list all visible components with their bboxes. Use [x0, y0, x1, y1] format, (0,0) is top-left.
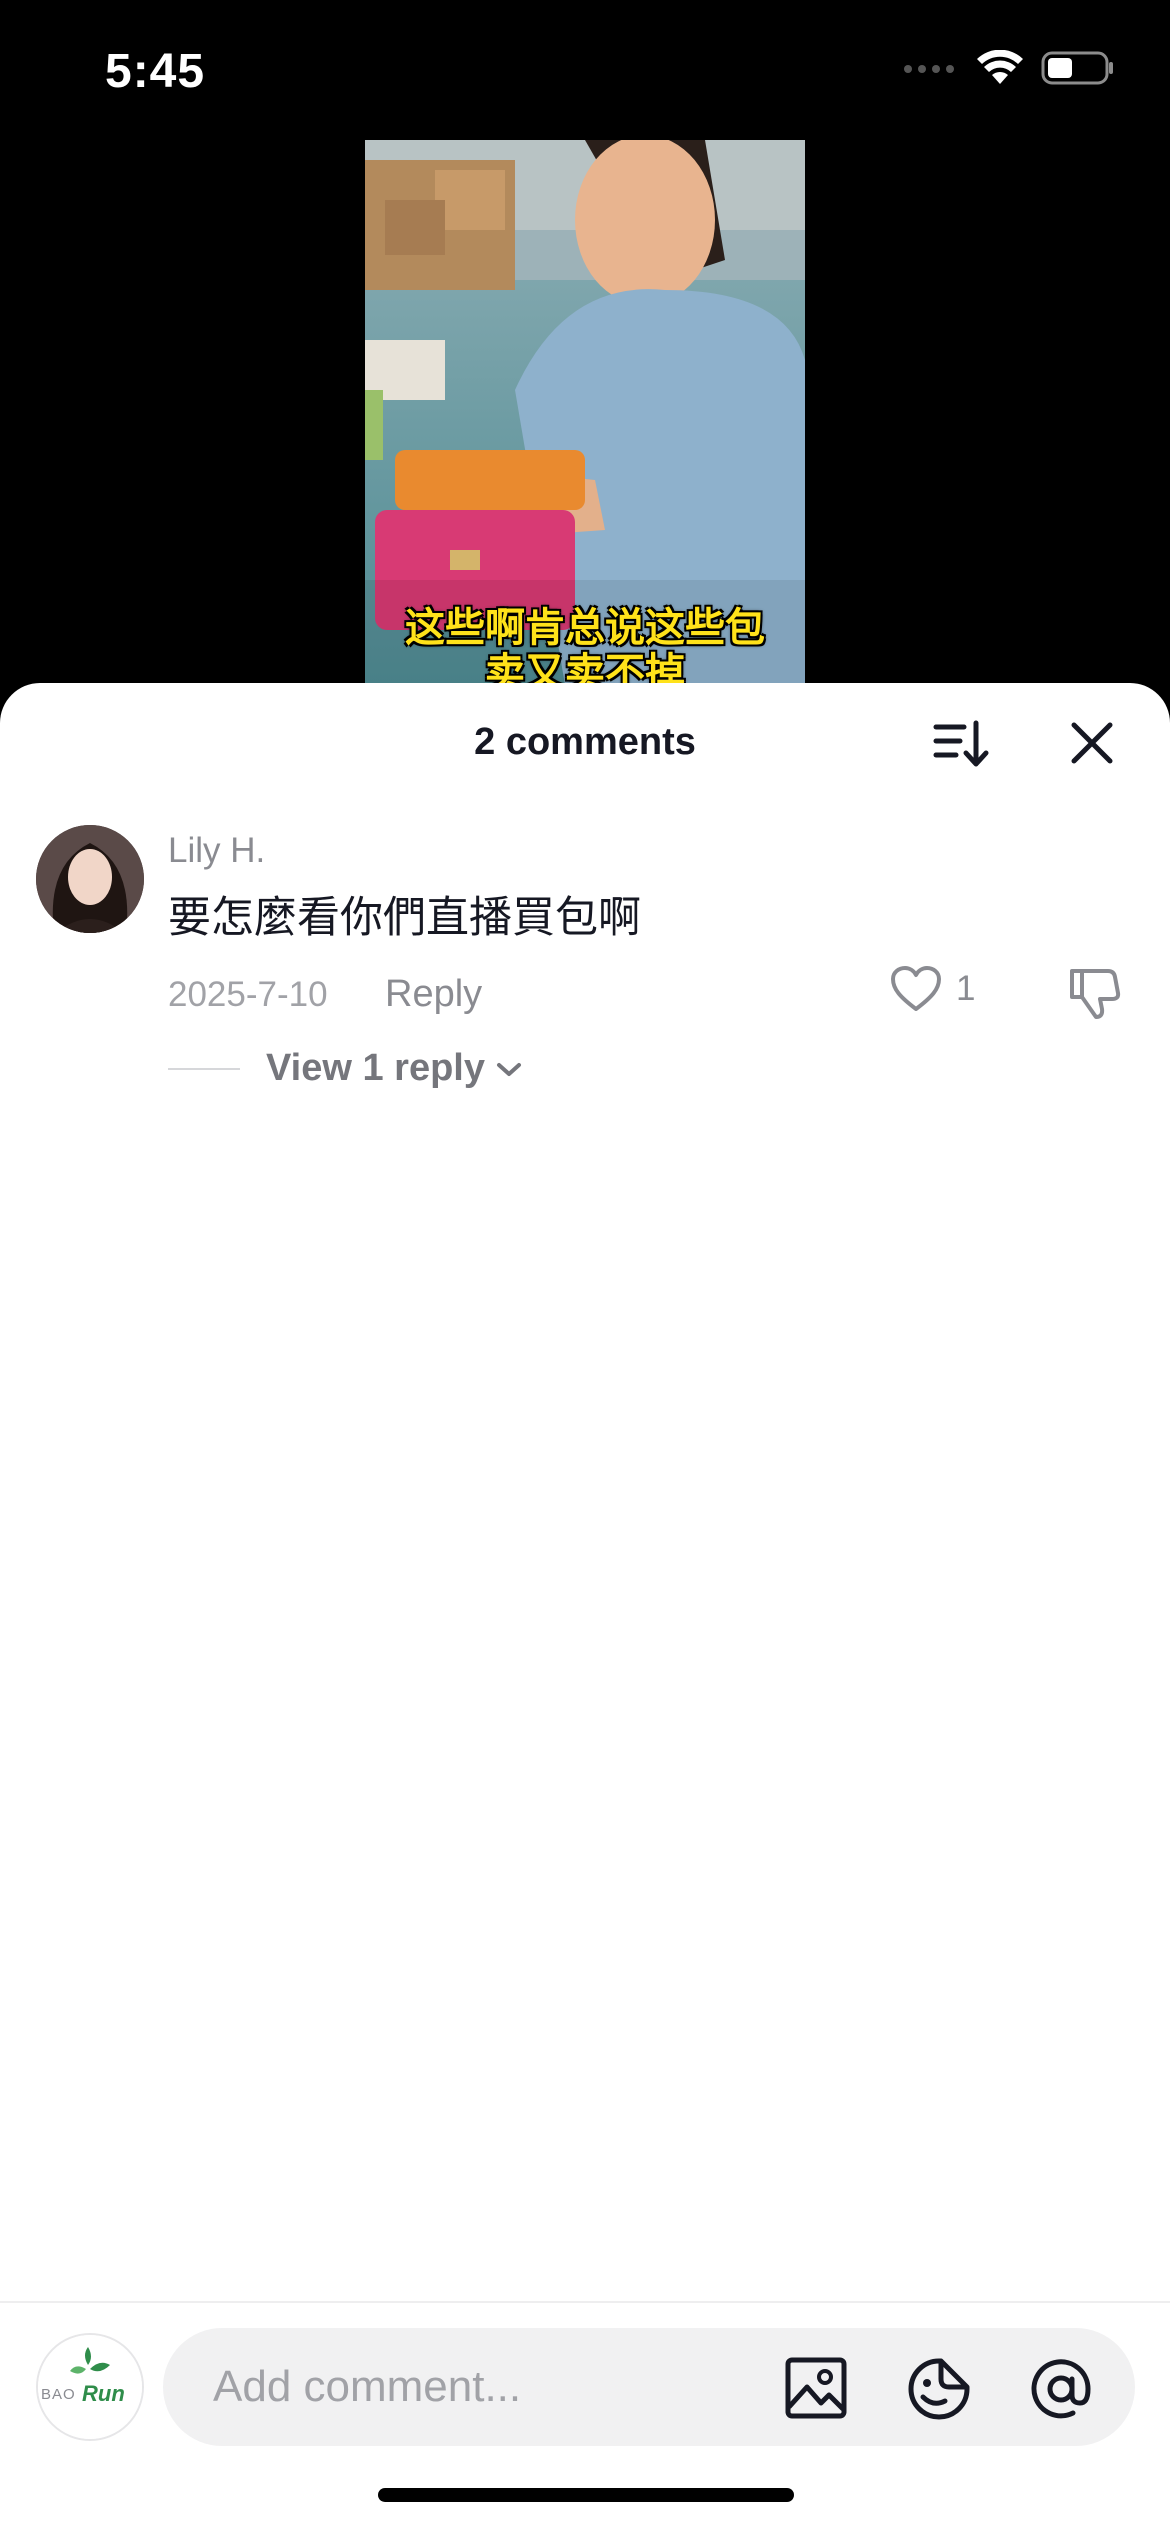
mention-button[interactable] — [1029, 2357, 1091, 2419]
status-bar: 5:45 — [0, 0, 1170, 140]
dislike-button[interactable] — [1066, 965, 1122, 1026]
dislike-icon — [1070, 969, 1121, 1019]
signal-icon — [903, 62, 959, 80]
image-button[interactable] — [785, 2357, 847, 2419]
svg-text:Run: Run — [82, 2381, 125, 2406]
status-icons — [903, 49, 1115, 91]
commenter-username[interactable]: Lily H. — [168, 831, 265, 871]
comment-date: 2025-7-10 — [168, 975, 328, 1014]
sort-button[interactable] — [930, 713, 990, 773]
close-icon — [1071, 722, 1113, 764]
video-caption-line1: 这些啊肯总说这些包 — [405, 606, 765, 650]
my-avatar[interactable]: BAO Run — [36, 2333, 144, 2441]
like-button[interactable]: 1 — [890, 965, 975, 1013]
view-replies-button[interactable]: View 1 reply — [168, 1047, 525, 1090]
video-caption-line2: 卖又卖不掉 — [485, 651, 685, 685]
comments-count-title: 2 comments — [474, 721, 696, 763]
commenter-avatar[interactable] — [36, 825, 144, 933]
reply-button[interactable]: Reply — [385, 973, 482, 1016]
status-time: 5:45 — [105, 45, 206, 98]
image-icon — [785, 2357, 847, 2419]
heart-icon — [891, 966, 941, 1011]
svg-text:BAO: BAO — [41, 2386, 76, 2403]
battery-icon — [1041, 50, 1115, 91]
like-count: 1 — [956, 969, 976, 1008]
chevron-down-icon — [496, 1062, 521, 1076]
comment-input-container — [163, 2328, 1135, 2446]
sticker-icon — [908, 2358, 970, 2420]
home-indicator[interactable] — [378, 2488, 794, 2502]
video-player[interactable]: 这些啊肯总说这些包 卖又卖不掉 — [0, 140, 1170, 685]
wifi-icon — [977, 49, 1023, 91]
comment-input[interactable] — [213, 2328, 773, 2446]
divider-line — [168, 1067, 240, 1070]
mention-icon — [1031, 2359, 1091, 2419]
view-replies-label: View 1 reply — [266, 1047, 485, 1089]
sticker-button[interactable] — [907, 2357, 970, 2420]
close-button[interactable] — [1062, 713, 1122, 773]
composer-divider — [0, 2301, 1170, 2303]
video-thumbnail[interactable]: 这些啊肯总说这些包 卖又卖不掉 — [365, 140, 805, 685]
comment-text: 要怎麼看你們直播買包啊 — [168, 893, 641, 943]
sort-icon — [933, 720, 989, 767]
comments-sheet: 2 comments Lily H. 要怎麼看你們直播買包啊 2025-7-10… — [0, 683, 1170, 2532]
